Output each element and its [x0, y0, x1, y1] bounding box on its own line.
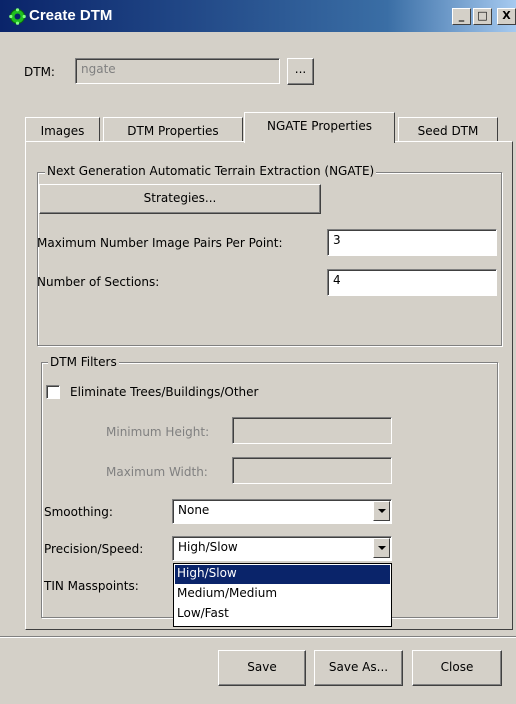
create-dtm-window: Create DTM _ □ X DTM: ngate ... Images D… — [0, 0, 516, 704]
max-pairs-label: Maximum Number Image Pairs Per Point: — [37, 236, 283, 250]
precision-dropdown-list: High/Slow Medium/Medium Low/Fast — [173, 563, 392, 627]
max-pairs-input[interactable]: 3 — [327, 229, 497, 256]
dtm-name-field: ngate — [75, 58, 280, 84]
precision-option-low[interactable]: Low/Fast — [175, 605, 390, 624]
precision-option-medium[interactable]: Medium/Medium — [175, 585, 390, 604]
tab-dtm-properties[interactable]: DTM Properties — [103, 117, 243, 141]
ngate-group-legend: Next Generation Automatic Terrain Extrac… — [45, 164, 377, 178]
precision-label: Precision/Speed: — [44, 542, 144, 556]
max-width-label: Maximum Width: — [106, 465, 208, 479]
save-as-button[interactable]: Save As... — [314, 650, 403, 686]
window-title: Create DTM — [29, 7, 113, 24]
dtm-filters-legend: DTM Filters — [48, 355, 119, 369]
max-width-input — [232, 457, 392, 484]
min-height-input — [232, 417, 392, 444]
app-gear-icon — [9, 8, 26, 25]
smoothing-label: Smoothing: — [44, 505, 113, 519]
tin-masspoints-label: TIN Masspoints: — [44, 579, 139, 593]
strategies-button[interactable]: Strategies... — [39, 184, 321, 214]
tab-ngate-properties[interactable]: NGATE Properties — [244, 112, 395, 143]
close-button[interactable]: Close — [412, 650, 502, 686]
eliminate-checkbox[interactable] — [46, 385, 60, 399]
tab-seed-dtm[interactable]: Seed DTM — [398, 117, 498, 141]
browse-button[interactable]: ... — [287, 58, 314, 85]
precision-option-high[interactable]: High/Slow — [175, 565, 390, 584]
sections-label: Number of Sections: — [37, 275, 160, 289]
title-bar[interactable]: Create DTM _ □ X — [0, 0, 516, 32]
smoothing-combo[interactable]: None — [172, 499, 392, 524]
dtm-label: DTM: — [24, 65, 55, 79]
smoothing-dropdown-arrow-icon[interactable] — [373, 501, 390, 521]
footer-separator — [0, 636, 516, 638]
precision-dropdown-arrow-icon[interactable] — [373, 538, 390, 558]
maximize-button[interactable]: □ — [473, 8, 492, 25]
save-button[interactable]: Save — [218, 650, 306, 686]
minimize-button[interactable]: _ — [452, 8, 471, 25]
precision-combo[interactable]: High/Slow — [172, 536, 392, 561]
smoothing-value: None — [178, 503, 210, 517]
close-window-button[interactable]: X — [497, 8, 516, 25]
eliminate-label: Eliminate Trees/Buildings/Other — [70, 385, 259, 399]
min-height-label: Minimum Height: — [106, 425, 210, 439]
precision-value: High/Slow — [178, 540, 238, 554]
tab-images[interactable]: Images — [25, 117, 100, 141]
sections-input[interactable]: 4 — [327, 269, 497, 296]
